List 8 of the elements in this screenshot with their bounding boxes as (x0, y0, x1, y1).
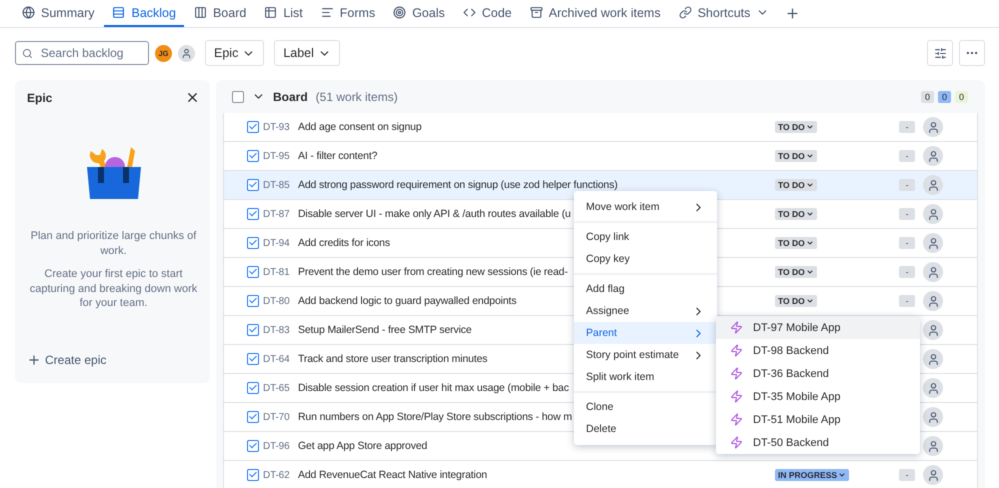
epic-hint: Create your first epic to start capturing and breaking down work for your team. (28, 266, 198, 312)
panel-title: Epic (27, 90, 52, 104)
epic-description: Plan and prioritize large chunks of work. (30, 229, 198, 259)
total-count: 0 (920, 90, 934, 102)
total-count: 0 (938, 90, 951, 102)
total-count: 0 (954, 90, 968, 102)
work-item-count: (51 work items) (316, 90, 398, 104)
board-title: Board (273, 90, 308, 104)
